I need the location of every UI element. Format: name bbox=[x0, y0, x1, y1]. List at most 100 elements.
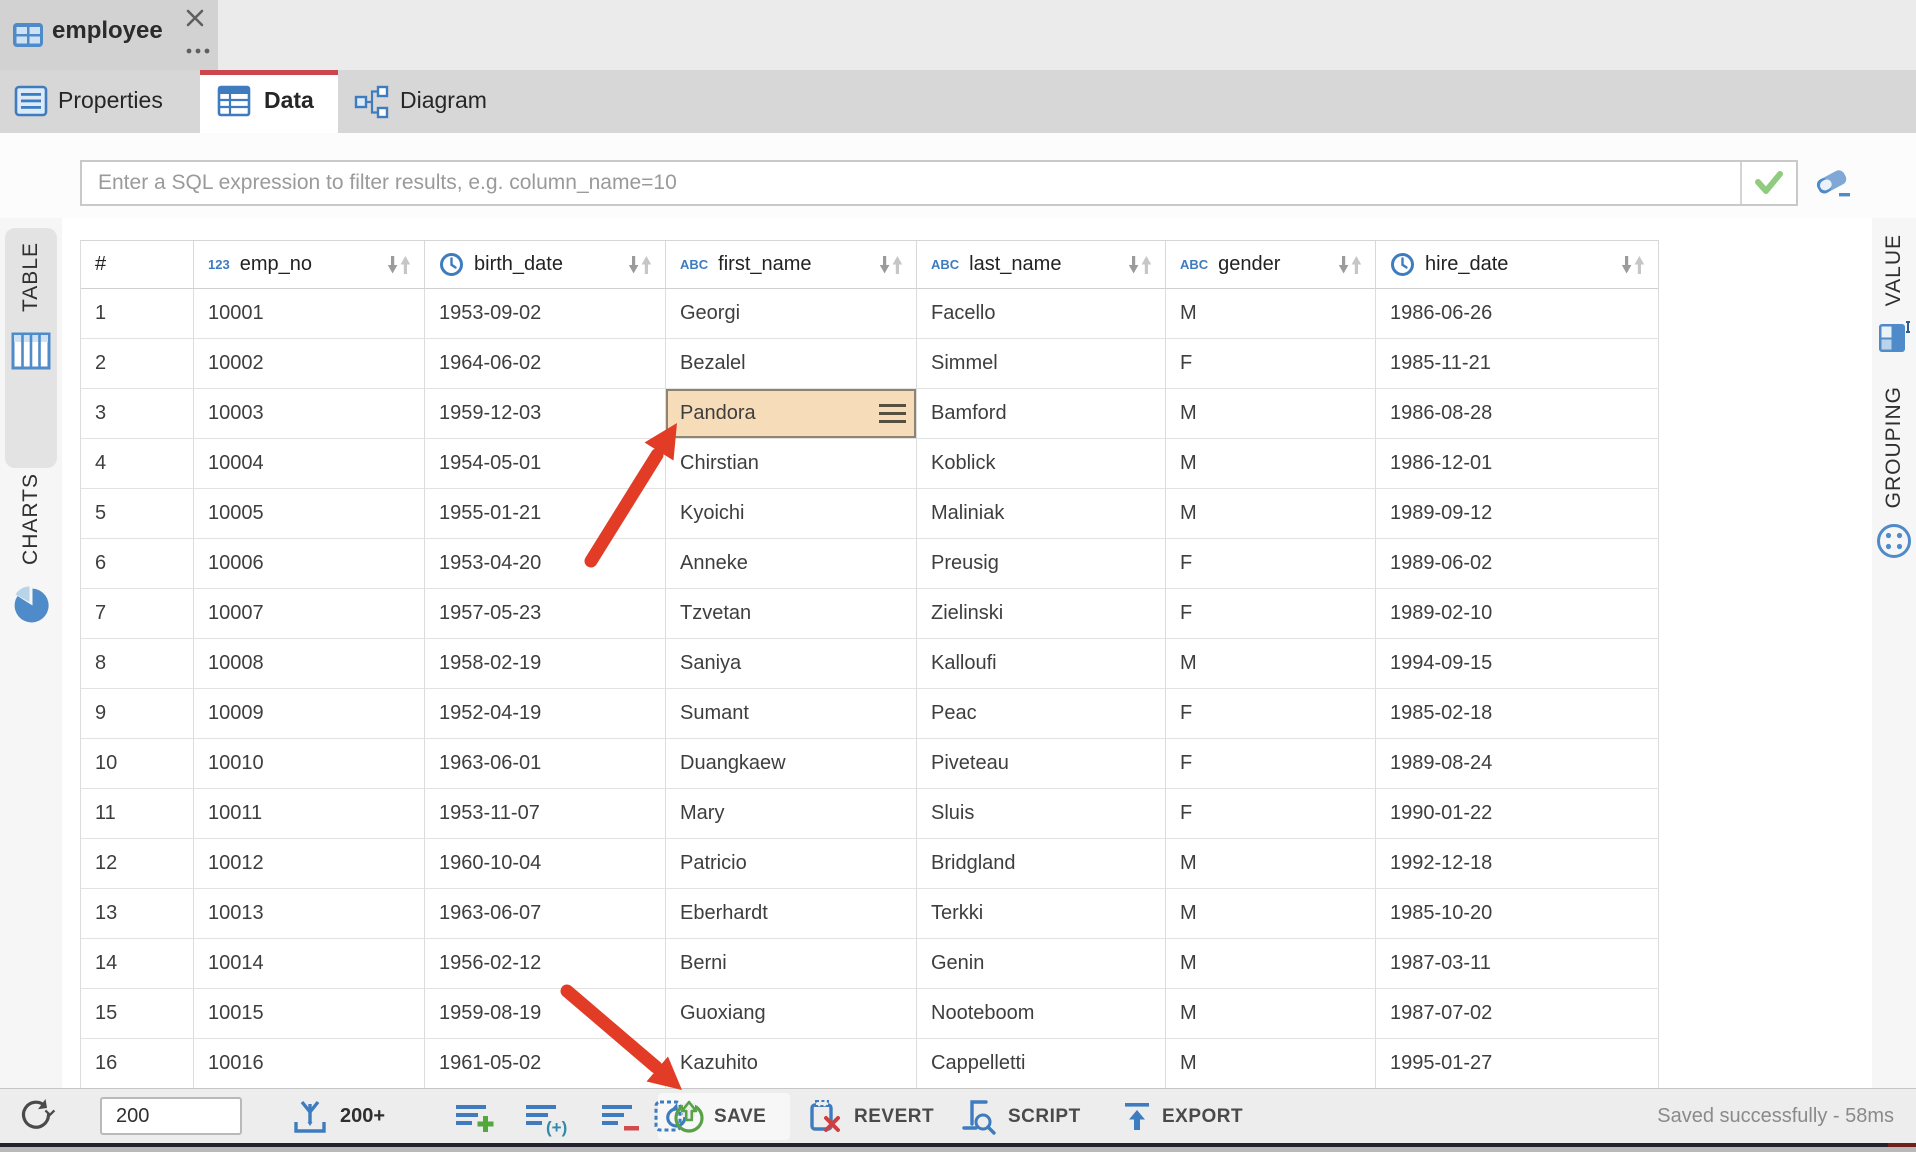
cell-emp_no[interactable]: 10005 bbox=[194, 489, 425, 539]
column-header[interactable]: birth_date bbox=[425, 241, 666, 289]
cell-birth_date[interactable]: 1961-05-02 bbox=[425, 1039, 666, 1089]
cell-last_name[interactable]: Koblick bbox=[917, 439, 1166, 489]
cell-gender[interactable]: M bbox=[1166, 389, 1376, 439]
sort-icon[interactable] bbox=[625, 254, 655, 276]
cell-birth_date[interactable]: 1955-01-21 bbox=[425, 489, 666, 539]
cell-emp_no[interactable]: 10007 bbox=[194, 589, 425, 639]
row-number-cell[interactable]: 15 bbox=[81, 989, 194, 1039]
cell-last_name[interactable]: Simmel bbox=[917, 339, 1166, 389]
cell-emp_no[interactable]: 10011 bbox=[194, 789, 425, 839]
cell-gender[interactable]: M bbox=[1166, 939, 1376, 989]
cell-last_name[interactable]: Zielinski bbox=[917, 589, 1166, 639]
cell-first_name[interactable]: Eberhardt bbox=[666, 889, 917, 939]
cell-gender[interactable]: M bbox=[1166, 839, 1376, 889]
cell-hire_date[interactable]: 1989-06-02 bbox=[1376, 539, 1659, 589]
cell-birth_date[interactable]: 1953-09-02 bbox=[425, 289, 666, 339]
row-number-cell[interactable]: 4 bbox=[81, 439, 194, 489]
cell-gender[interactable]: M bbox=[1166, 889, 1376, 939]
cell-hire_date[interactable]: 1986-12-01 bbox=[1376, 439, 1659, 489]
cell-last_name[interactable]: Piveteau bbox=[917, 739, 1166, 789]
cell-hire_date[interactable]: 1994-09-15 bbox=[1376, 639, 1659, 689]
row-number-cell[interactable]: 13 bbox=[81, 889, 194, 939]
panel-tab-charts[interactable]: CHARTS bbox=[5, 473, 57, 683]
column-header[interactable]: 123 emp_no bbox=[194, 241, 425, 289]
cell-last_name[interactable]: Facello bbox=[917, 289, 1166, 339]
tab-overflow-icon[interactable] bbox=[185, 46, 211, 58]
editor-tab-employee[interactable]: employee bbox=[0, 0, 218, 70]
cell-first_name[interactable]: Kyoichi bbox=[666, 489, 917, 539]
cell-last_name[interactable]: Nooteboom bbox=[917, 989, 1166, 1039]
cell-last_name[interactable]: Peac bbox=[917, 689, 1166, 739]
cell-birth_date[interactable]: 1959-08-19 bbox=[425, 989, 666, 1039]
column-header-rownum[interactable]: # bbox=[81, 241, 194, 289]
cell-first_name[interactable]: Berni bbox=[666, 939, 917, 989]
tab-data[interactable]: Data bbox=[200, 70, 338, 133]
cell-last_name[interactable]: Terkki bbox=[917, 889, 1166, 939]
cell-first_name[interactable]: Duangkaew bbox=[666, 739, 917, 789]
column-header[interactable]: ABC first_name bbox=[666, 241, 917, 289]
apply-filter-button[interactable] bbox=[1740, 162, 1796, 204]
cell-gender[interactable]: M bbox=[1166, 439, 1376, 489]
sort-icon[interactable] bbox=[1125, 254, 1155, 276]
cell-birth_date[interactable]: 1953-11-07 bbox=[425, 789, 666, 839]
cell-birth_date[interactable]: 1960-10-04 bbox=[425, 839, 666, 889]
cell-birth_date[interactable]: 1956-02-12 bbox=[425, 939, 666, 989]
row-number-cell[interactable]: 8 bbox=[81, 639, 194, 689]
cell-emp_no[interactable]: 10002 bbox=[194, 339, 425, 389]
cell-first_name[interactable]: Bezalel bbox=[666, 339, 917, 389]
row-number-cell[interactable]: 10 bbox=[81, 739, 194, 789]
cell-gender[interactable]: F bbox=[1166, 739, 1376, 789]
cell-emp_no[interactable]: 10006 bbox=[194, 539, 425, 589]
column-header[interactable]: hire_date bbox=[1376, 241, 1659, 289]
panel-tab-value[interactable]: VALUE bbox=[1874, 234, 1914, 356]
cell-first_name[interactable]: Mary bbox=[666, 789, 917, 839]
cell-last_name[interactable]: Sluis bbox=[917, 789, 1166, 839]
cell-hire_date[interactable]: 1985-11-21 bbox=[1376, 339, 1659, 389]
cell-hire_date[interactable]: 1987-07-02 bbox=[1376, 989, 1659, 1039]
row-limit-input[interactable] bbox=[100, 1097, 242, 1135]
row-number-cell[interactable]: 12 bbox=[81, 839, 194, 889]
cell-birth_date[interactable]: 1964-06-02 bbox=[425, 339, 666, 389]
row-number-cell[interactable]: 11 bbox=[81, 789, 194, 839]
cell-hire_date[interactable]: 1985-10-20 bbox=[1376, 889, 1659, 939]
row-number-cell[interactable]: 5 bbox=[81, 489, 194, 539]
cell-hire_date[interactable]: 1989-09-12 bbox=[1376, 489, 1659, 539]
tab-properties[interactable]: Properties bbox=[0, 70, 200, 133]
cell-emp_no[interactable]: 10003 bbox=[194, 389, 425, 439]
cell-emp_no[interactable]: 10009 bbox=[194, 689, 425, 739]
cell-emp_no[interactable]: 10001 bbox=[194, 289, 425, 339]
cell-birth_date[interactable]: 1959-12-03 bbox=[425, 389, 666, 439]
cell-emp_no[interactable]: 10016 bbox=[194, 1039, 425, 1089]
cell-birth_date[interactable]: 1958-02-19 bbox=[425, 639, 666, 689]
cell-gender[interactable]: F bbox=[1166, 589, 1376, 639]
panel-tab-table[interactable]: TABLE bbox=[5, 228, 57, 468]
cell-birth_date[interactable]: 1963-06-07 bbox=[425, 889, 666, 939]
filter-input[interactable] bbox=[82, 162, 1748, 204]
column-header[interactable]: ABC last_name bbox=[917, 241, 1166, 289]
cell-hire_date[interactable]: 1992-12-18 bbox=[1376, 839, 1659, 889]
row-number-cell[interactable]: 7 bbox=[81, 589, 194, 639]
cell-hire_date[interactable]: 1989-08-24 bbox=[1376, 739, 1659, 789]
script-button[interactable]: SCRIPT bbox=[958, 1089, 1081, 1144]
cell-gender[interactable]: M bbox=[1166, 639, 1376, 689]
export-button[interactable]: EXPORT bbox=[1120, 1089, 1243, 1144]
cell-birth_date[interactable]: 1954-05-01 bbox=[425, 439, 666, 489]
add-row-button[interactable] bbox=[452, 1089, 498, 1144]
cell-emp_no[interactable]: 10008 bbox=[194, 639, 425, 689]
close-icon[interactable] bbox=[183, 6, 209, 32]
sort-icon[interactable] bbox=[876, 254, 906, 276]
cell-menu-icon[interactable] bbox=[879, 403, 906, 424]
cell-hire_date[interactable]: 1989-02-10 bbox=[1376, 589, 1659, 639]
cell-first_name[interactable]: Georgi bbox=[666, 289, 917, 339]
cell-last_name[interactable]: Genin bbox=[917, 939, 1166, 989]
cell-last_name[interactable]: Preusig bbox=[917, 539, 1166, 589]
cell-gender[interactable]: F bbox=[1166, 789, 1376, 839]
eraser-icon[interactable] bbox=[1812, 165, 1854, 203]
fetch-next-button[interactable]: 200+ bbox=[288, 1089, 385, 1144]
cell-emp_no[interactable]: 10013 bbox=[194, 889, 425, 939]
cell-first_name[interactable]: Tzvetan bbox=[666, 589, 917, 639]
cell-last_name[interactable]: Bridgland bbox=[917, 839, 1166, 889]
cell-birth_date[interactable]: 1953-04-20 bbox=[425, 539, 666, 589]
row-number-cell[interactable]: 2 bbox=[81, 339, 194, 389]
cell-emp_no[interactable]: 10010 bbox=[194, 739, 425, 789]
